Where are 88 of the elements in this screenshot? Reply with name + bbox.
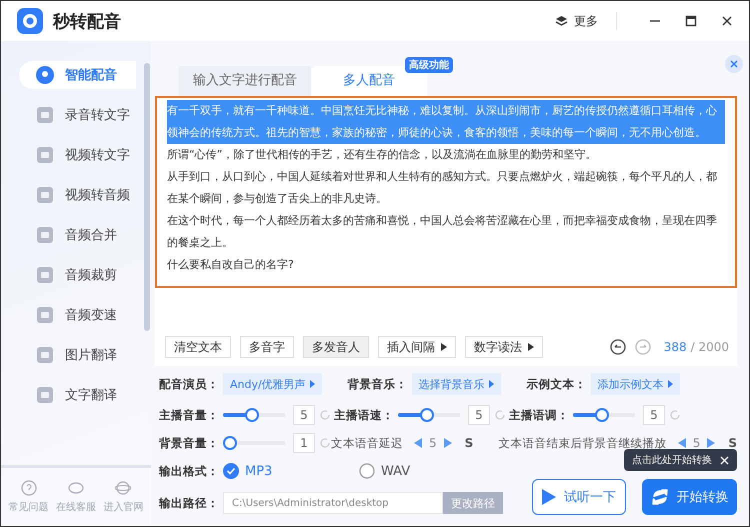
tooltip-text: 点击此处开始转换 <box>632 454 712 467</box>
caret-icon <box>488 380 494 388</box>
path-field[interactable]: C:\Users\Administrator\desktop <box>223 492 443 514</box>
paragraph: 从手到口，从口到心，中国人延续着对世界和人生特有的感知方式。只要点燃炉火，端起碗筷，每个平凡的人，都在某个瞬间，参与创造了舌尖上的非凡史诗。 <box>167 169 718 207</box>
value-field[interactable]: 5 <box>293 405 315 425</box>
sidebar-item[interactable]: 音频裁剪 <box>19 261 137 289</box>
play-icon <box>542 489 556 505</box>
preview-button[interactable]: 试听一下 <box>532 479 626 515</box>
paragraph: 所谓“心传”，除了世代相传的手艺，还有生存的信念，以及流淌在血脉里的勤劳和坚守。 <box>167 147 598 163</box>
toolbar-button[interactable]: 数字读法 <box>465 336 543 358</box>
right-arrow-icon[interactable] <box>444 438 452 448</box>
sidebar-item[interactable]: 图片翻译 <box>19 341 137 369</box>
toolbar-button[interactable]: 插入间隔 <box>378 336 456 358</box>
right-arrow-icon[interactable] <box>707 438 716 448</box>
layers-icon <box>555 14 568 28</box>
tile-icon <box>37 387 53 403</box>
setting-label: 主播音量： <box>159 408 219 422</box>
undo-icon[interactable] <box>610 339 626 355</box>
toolbar-button[interactable]: 多发音人 <box>303 336 369 358</box>
tab[interactable]: 输入文字进行配音 <box>179 66 311 96</box>
checked-radio-icon <box>223 463 239 479</box>
sidebar-item[interactable]: 视频转文字 <box>19 141 137 169</box>
caret-icon <box>441 343 447 351</box>
stepper-value: 5 <box>429 436 437 450</box>
planet-icon <box>115 480 132 496</box>
value-field[interactable]: 5 <box>643 405 665 425</box>
slider-thumb[interactable] <box>244 408 259 422</box>
setting-label: 文本语音结束后背景音继续播放 <box>498 436 667 450</box>
radio-option[interactable]: WAV <box>359 463 495 479</box>
tile-icon <box>37 347 53 363</box>
dropdown-button[interactable]: 添加示例文本 <box>590 373 680 395</box>
slider-thumb[interactable] <box>420 408 434 422</box>
app-logo-icon <box>17 8 43 34</box>
close-icon[interactable] <box>721 15 733 27</box>
tile-icon <box>37 227 53 243</box>
tile-icon <box>37 107 53 123</box>
setting-label: 文本语音延迟 <box>331 436 403 450</box>
character-limit: / 2000 <box>690 340 729 354</box>
unit-label: S <box>728 436 737 450</box>
tile-icon <box>37 187 53 203</box>
dropdown-button[interactable]: Andy/优雅男声 <box>223 373 322 395</box>
slider-thumb[interactable] <box>223 436 237 450</box>
sidebar-item[interactable]: 视频转音频 <box>19 181 137 209</box>
radio-icon <box>359 463 375 479</box>
help-icon <box>20 480 37 496</box>
tile-icon <box>37 147 53 163</box>
setting-label: 示例文本： <box>526 376 587 392</box>
paragraph: 什么要私自改自己的名字? <box>167 257 295 273</box>
setting-label: 输出格式： <box>159 464 219 478</box>
maximize-icon[interactable] <box>685 15 697 27</box>
more-button[interactable]: 更多 <box>555 12 598 30</box>
sidebar-item[interactable]: 智能配音 <box>19 61 136 89</box>
scrollbar[interactable] <box>144 63 150 331</box>
sidebar-item[interactable]: 音频变速 <box>19 301 137 329</box>
sidebar-item[interactable]: 音频合并 <box>19 221 137 249</box>
toolbar-button[interactable]: 多音字 <box>240 336 294 358</box>
caret-icon <box>310 380 315 388</box>
caret-icon <box>528 343 534 351</box>
toolbar-button[interactable]: 清空文本 <box>165 336 231 358</box>
sidebar-item[interactable]: 文字翻译 <box>19 381 137 409</box>
setting-label: 主播语调： <box>509 408 569 422</box>
start-convert-button[interactable]: 开始转换 <box>642 479 737 515</box>
dropdown-button[interactable]: 选择背景音乐 <box>412 373 501 395</box>
setting-label: 背景音量： <box>159 436 219 450</box>
character-count: 388 <box>664 340 687 354</box>
window-title: 秒转配音 <box>53 10 121 32</box>
paragraph: 有一千双手，就有一千种味道。中国烹饪无比神秘，难以复制。从深山到闹市，厨艺的传授仍然遵循口耳相传，心领神会的传统方式。祖先的智慧，家族的秘密，师徒的心诀，食客的领悟，美味的每一个瞬间，无不用心创造。 <box>167 100 725 144</box>
value-field[interactable]: 5 <box>468 405 490 425</box>
pin-icon <box>36 66 54 84</box>
stepper-value: 5 <box>692 436 700 450</box>
slider-thumb[interactable] <box>594 408 609 422</box>
value-field[interactable]: 1 <box>293 433 315 453</box>
paragraph: 在这个时代，每一个人都经历着太多的苦痛和喜悦，中国人总会将苦涩藏在心里，而把幸福变成食物，呈现在四季的餐桌之上。 <box>167 213 718 251</box>
text-editor[interactable] <box>155 96 737 288</box>
radio-option[interactable]: MP3 <box>223 463 359 479</box>
unit-label: S <box>464 436 474 450</box>
setting-label: 输出路径： <box>159 496 219 510</box>
setting-label: 主播语速： <box>334 408 394 422</box>
caret-icon <box>668 380 673 388</box>
tile-icon <box>37 307 53 323</box>
feature-badge: 高级功能 <box>405 57 453 73</box>
left-arrow-icon[interactable] <box>678 438 686 448</box>
tile-icon <box>37 267 53 283</box>
left-arrow-icon[interactable] <box>414 438 422 448</box>
setting-label: 配音演员： <box>159 376 219 392</box>
sidebar-item[interactable]: 录音转文字 <box>19 101 137 129</box>
refresh-icon <box>650 488 668 506</box>
setting-label: 背景音乐： <box>348 376 408 392</box>
